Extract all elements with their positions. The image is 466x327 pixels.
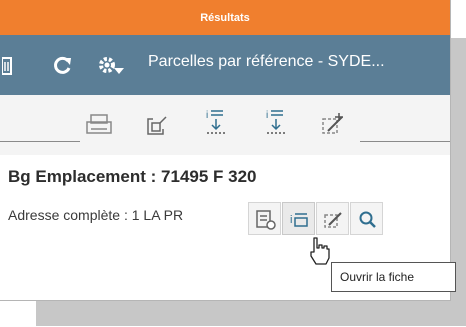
window-title: Résultats [200, 11, 250, 24]
edit-icon[interactable] [320, 107, 346, 139]
toolbar: i i [0, 95, 450, 155]
svg-text:i: i [266, 110, 268, 121]
open-form-alt-icon[interactable]: i [263, 107, 289, 139]
adresse-label: Adresse complète : [8, 207, 132, 223]
svg-text:i: i [290, 214, 292, 226]
layer-header: Parcelles par référence - SYDE... [0, 35, 450, 95]
settings-icon[interactable] [96, 55, 126, 75]
toolbar-divider [0, 141, 80, 142]
open-form-icon: i [290, 213, 308, 227]
search-button[interactable] [350, 202, 383, 235]
window-title-bar: Résultats [0, 0, 450, 35]
emplacement-label: Bg Emplacement : [8, 167, 162, 186]
hand-cursor-icon [308, 236, 332, 271]
adresse-value: 1 LA PR [131, 207, 184, 223]
tooltip: Ouvrir la fiche [331, 262, 456, 292]
attribute-table-icon [256, 210, 276, 230]
layer-title: Parcelles par référence - SYDE... [148, 53, 385, 70]
emplacement-line: Bg Emplacement : 71495 F 320 [8, 167, 257, 187]
svg-text:i: i [206, 110, 208, 121]
print-icon[interactable] [86, 107, 112, 139]
open-form-icon[interactable]: i [203, 107, 229, 139]
tooltip-text: Ouvrir la fiche [340, 270, 415, 284]
adresse-line: Adresse complète : 1 LA PR [8, 207, 183, 223]
attribute-table-button[interactable] [248, 202, 281, 235]
delete-icon[interactable] [1, 55, 24, 75]
edit-button[interactable] [316, 202, 349, 235]
search-icon [359, 211, 376, 228]
open-form-button[interactable]: i [282, 202, 315, 235]
refresh-icon[interactable] [52, 55, 74, 75]
emplacement-value: 71495 F 320 [161, 167, 257, 186]
toolbar-divider [360, 141, 450, 142]
edit-icon [324, 212, 342, 228]
results-panel: Résultats Parcelles par référence - SYDE… [0, 0, 451, 301]
zoom-to-icon[interactable] [144, 107, 170, 139]
